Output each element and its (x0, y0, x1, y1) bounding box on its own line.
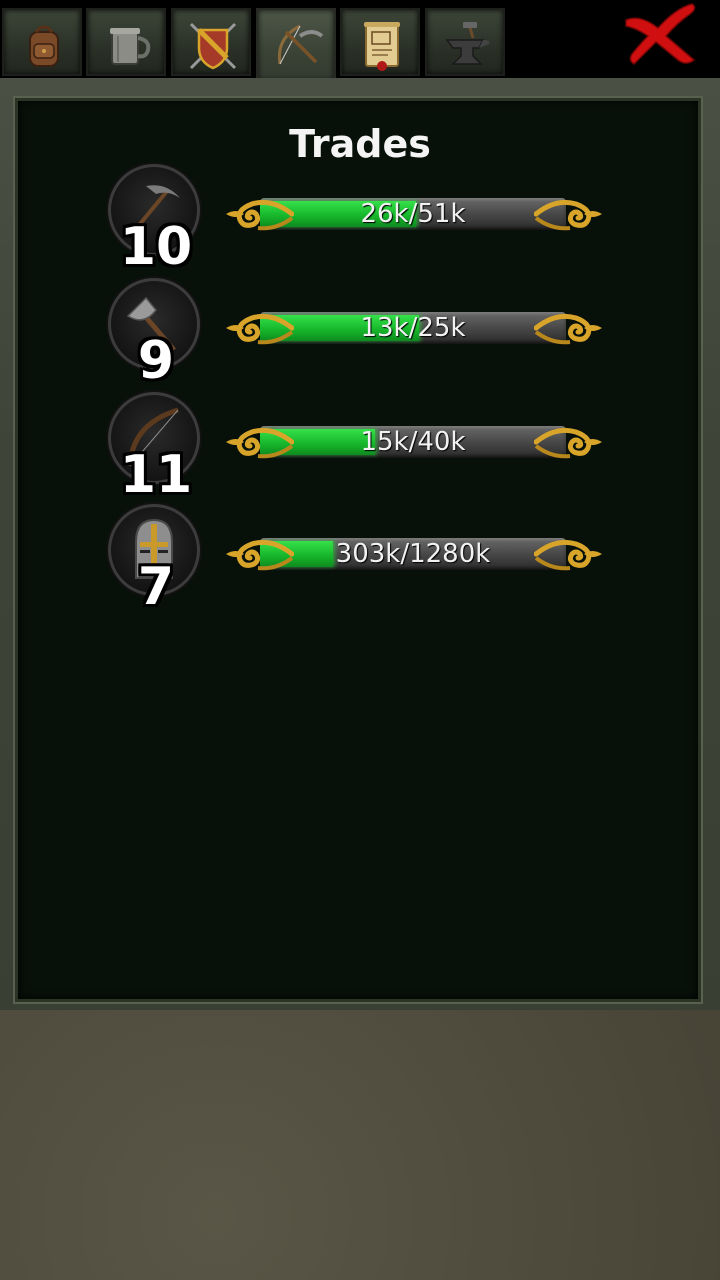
trade-row[interactable]: 7 303k/1280k (0, 504, 720, 617)
gold-scroll-left-icon (226, 313, 294, 345)
gold-scroll-left-icon (226, 427, 294, 459)
backpack-icon (29, 25, 59, 67)
gold-scroll-left-icon (226, 539, 294, 571)
trade-row[interactable]: 10 26k/51k (0, 164, 720, 277)
progress-track: 15k/40k (260, 426, 566, 458)
panel-title: Trades (289, 122, 431, 166)
tankard-icon (110, 28, 151, 65)
trade-level: 7 (137, 557, 175, 617)
shield-swords-icon (189, 22, 237, 70)
progress-text: 13k/25k (360, 313, 466, 343)
progress-text: 303k/1280k (335, 539, 491, 569)
progress-bar: 13k/25k (222, 302, 606, 354)
gold-scroll-right-icon (534, 313, 602, 345)
progress-bar: 303k/1280k (222, 528, 606, 580)
close-icon[interactable] (620, 0, 700, 72)
gold-scroll-right-icon (534, 427, 602, 459)
gold-scroll-right-icon (534, 199, 602, 231)
tab-bar (0, 0, 720, 82)
trade-level: 11 (119, 445, 193, 505)
trade-row[interactable]: 11 15k/40k (0, 392, 720, 505)
gold-scroll-left-icon (226, 199, 294, 231)
trade-row[interactable]: 9 13k/25k (0, 278, 720, 391)
tab-inventory[interactable] (2, 8, 82, 76)
tab-smithing[interactable] (425, 8, 505, 76)
progress-track: 13k/25k (260, 312, 566, 344)
progress-track: 303k/1280k (260, 538, 566, 570)
progress-text: 26k/51k (360, 199, 466, 229)
trade-level: 9 (137, 331, 175, 391)
progress-track: 26k/51k (260, 198, 566, 230)
anvil-icon (445, 22, 490, 65)
trades-screen: Trades 10 26k/51k 9 13k/25k 11 15k/40k 7… (0, 0, 720, 1280)
trade-level: 10 (119, 217, 193, 277)
tab-trades[interactable] (256, 8, 336, 82)
gold-scroll-right-icon (534, 539, 602, 571)
tab-combat[interactable] (171, 8, 251, 76)
pickaxe-bow-icon (277, 24, 324, 65)
progress-text: 15k/40k (360, 427, 466, 457)
tab-quests[interactable] (340, 8, 420, 76)
progress-bar: 15k/40k (222, 416, 606, 468)
progress-bar: 26k/51k (222, 188, 606, 240)
scroll-icon (364, 22, 400, 71)
tab-tavern[interactable] (86, 8, 166, 76)
